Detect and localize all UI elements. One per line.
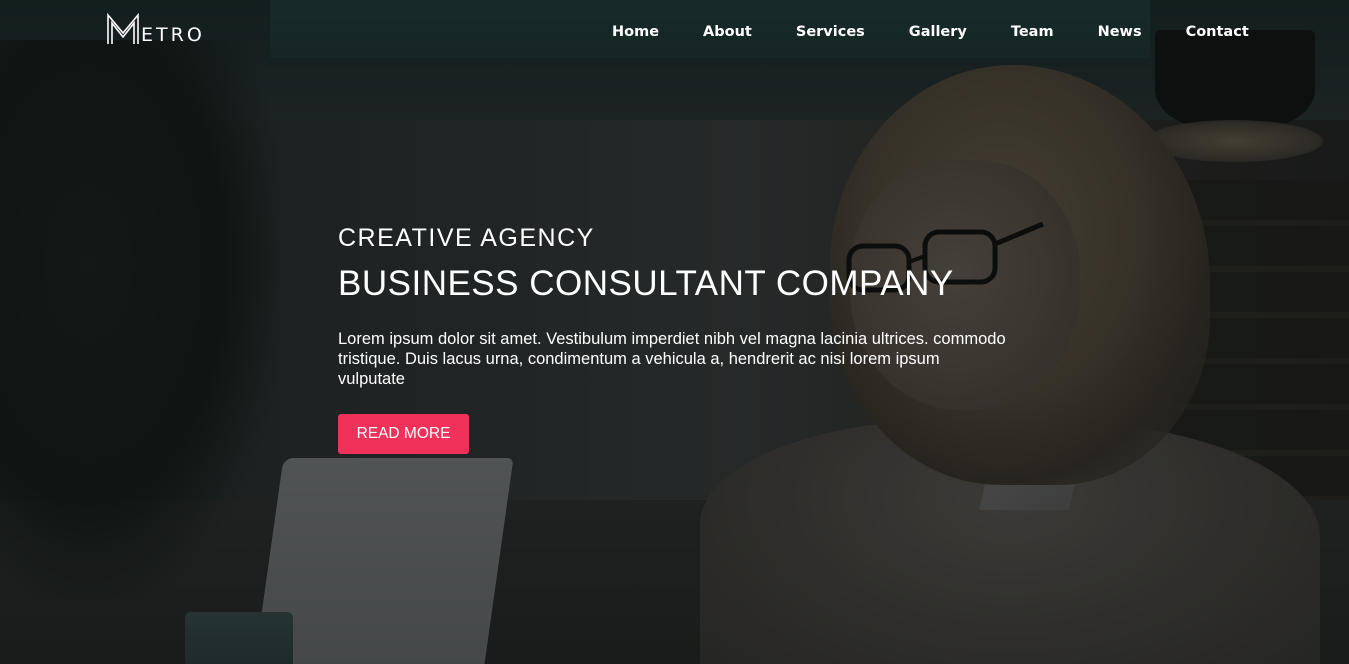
hero-headline: BUSINESS CONSULTANT COMPANY: [338, 264, 954, 303]
nav-item-team[interactable]: Team: [989, 22, 1076, 42]
hero-content: CREATIVE AGENCY BUSINESS CONSULTANT COMP…: [338, 224, 1038, 454]
nav-item-home[interactable]: Home: [590, 22, 681, 42]
logo-text: ETRO: [141, 24, 205, 46]
read-more-button[interactable]: READ MORE: [338, 414, 469, 454]
hero-tagline: CREATIVE AGENCY: [338, 224, 595, 252]
site-logo[interactable]: ETRO: [106, 13, 205, 45]
nav-item-services[interactable]: Services: [774, 22, 887, 42]
nav-item-news[interactable]: News: [1076, 22, 1164, 42]
nav-item-gallery[interactable]: Gallery: [887, 22, 989, 42]
nav-item-contact[interactable]: Contact: [1164, 22, 1271, 42]
nav-item-about[interactable]: About: [681, 22, 774, 42]
hero-description: Lorem ipsum dolor sit amet. Vestibulum i…: [338, 330, 1006, 388]
site-header: ETRO Home About Services Gallery Team Ne…: [0, 0, 1349, 64]
hero-section: ETRO Home About Services Gallery Team Ne…: [0, 0, 1349, 664]
main-nav: Home About Services Gallery Team News Co…: [590, 22, 1271, 42]
metro-logo-icon: [107, 13, 139, 44]
